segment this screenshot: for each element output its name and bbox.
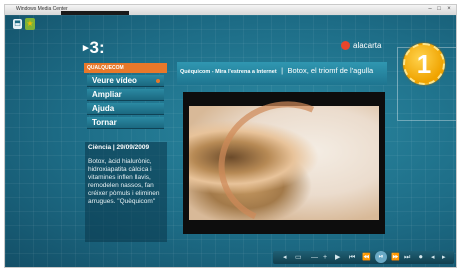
rewind-icon[interactable]: ⏪: [362, 251, 371, 264]
previous-icon[interactable]: ⏮: [349, 251, 355, 264]
window-titlebar: Windows Media Center – □ ×: [5, 5, 456, 15]
maximize-button[interactable]: □: [435, 6, 443, 12]
title-separator: |: [281, 66, 284, 75]
menu-item-ajuda[interactable]: Ajuda: [87, 103, 164, 115]
menu-item-ampliar[interactable]: Ampliar: [87, 89, 164, 101]
alacarta-dot-icon: [341, 41, 350, 50]
alacarta-logo: alacarta: [341, 41, 381, 50]
video-headline: Botox, el triomf de l'agulla: [287, 66, 374, 75]
channel-up-icon[interactable]: ▸: [442, 251, 446, 264]
record-icon[interactable]: ⏺: [419, 251, 423, 264]
transport-controls: ◂ ▭ — + ▶ ⏮ ⏪ ⏯ ⏩ ⏭ ⏺ ◂ ▸: [273, 251, 454, 264]
menu-item-veure-video[interactable]: Veure vídeo: [87, 75, 164, 87]
volume-up-icon[interactable]: +: [323, 251, 327, 264]
menu-item-tornar[interactable]: Tornar: [87, 117, 164, 129]
alacarta-text: alacarta: [353, 41, 382, 50]
menu-item-label: Ampliar: [92, 90, 122, 99]
menu-item-label: Ajuda: [92, 104, 115, 113]
guide-icon[interactable]: ▭: [295, 251, 302, 264]
selected-dot-icon: [156, 79, 160, 83]
volume-down-icon[interactable]: —: [311, 251, 318, 264]
minimize-button[interactable]: –: [426, 6, 434, 12]
top-left-icons: ⬒ ★: [11, 17, 37, 35]
channel-logo: ▸3:: [83, 38, 105, 58]
media-center-icon[interactable]: ★: [25, 18, 35, 30]
menu-header: QUALQUECOM: [84, 63, 167, 73]
back-arrow-icon[interactable]: ◂: [283, 251, 287, 264]
logo-arrow-icon: ▸: [83, 42, 89, 54]
next-icon[interactable]: ⏭: [404, 251, 410, 264]
menu-item-label: Tornar: [92, 118, 117, 127]
info-panel: Ciència | 29/09/2009 Botox, àcid hialurò…: [85, 142, 167, 242]
logo-text: 3:: [89, 38, 105, 57]
menu-item-label: Veure vídeo: [92, 76, 137, 85]
step-badge: 1: [403, 43, 445, 85]
app-window: Windows Media Center – □ × ⬒ ★ ▸3: alaca…: [4, 4, 457, 268]
channel-down-icon[interactable]: ◂: [431, 251, 435, 264]
close-button[interactable]: ×: [445, 6, 453, 12]
video-title-bar: Quèquicom - Mira l'estrena a Internet | …: [177, 62, 387, 85]
info-heading: Ciència | 29/09/2009: [88, 144, 150, 151]
window-title: Windows Media Center: [16, 6, 68, 12]
program-name: Quèquicom - Mira l'estrena a Internet: [180, 69, 277, 75]
fast-forward-icon[interactable]: ⏩: [391, 251, 400, 264]
video-player[interactable]: [183, 92, 385, 234]
back-icon[interactable]: ⬒: [13, 19, 22, 29]
play-icon[interactable]: ▶: [335, 251, 340, 264]
info-body: Botox, àcid hialurònic, hidroxiapatita c…: [88, 158, 160, 205]
play-pause-button[interactable]: ⏯: [375, 251, 387, 263]
